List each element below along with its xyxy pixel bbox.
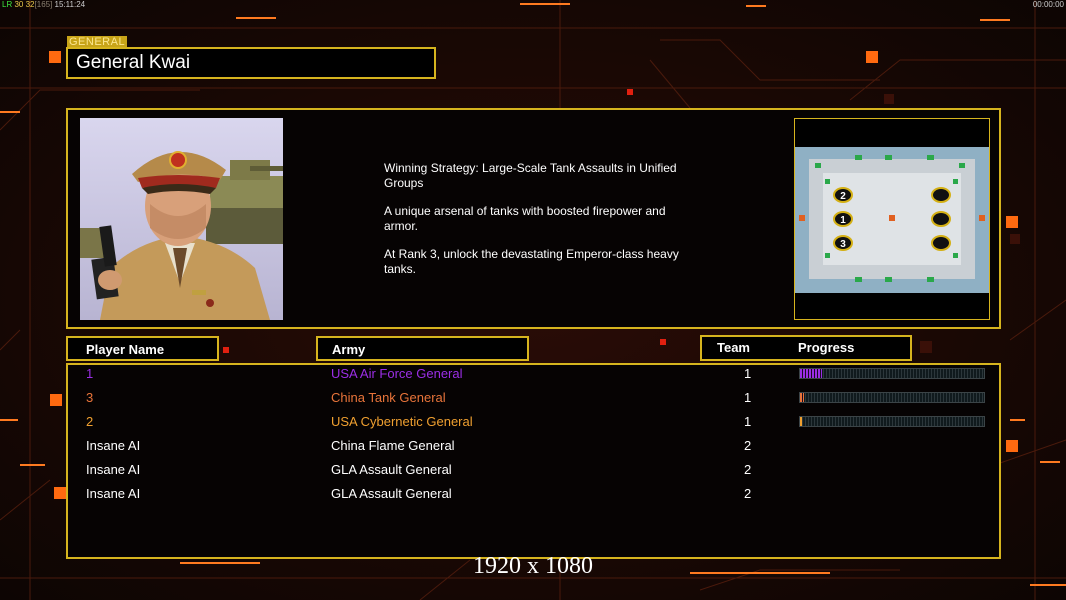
- column-header-team-progress: Team Progress: [700, 335, 912, 361]
- general-name: General Kwai: [76, 52, 191, 73]
- player-team: 2: [744, 486, 752, 501]
- description-strategy: Winning Strategy: Large-Scale Tank Assau…: [384, 161, 677, 190]
- table-row[interactable]: [66, 437, 1001, 459]
- player-team: 2: [744, 438, 752, 453]
- player-name: 1: [86, 366, 94, 381]
- progress-fill: [800, 369, 822, 378]
- progress-bar: [799, 368, 985, 379]
- player-name: 2: [86, 414, 94, 429]
- map-preview: 2 1 3: [794, 118, 990, 320]
- player-name: 3: [86, 390, 94, 405]
- player-army: USA Cybernetic General: [331, 414, 473, 429]
- army-header-label: Army: [332, 342, 366, 357]
- progress-bar: [799, 392, 985, 403]
- player-team: 2: [744, 462, 752, 477]
- player-name-header-label: Player Name: [86, 342, 165, 357]
- table-row[interactable]: [66, 485, 1001, 507]
- progress-fill: [800, 393, 804, 402]
- progress-header-label: Progress: [798, 340, 855, 355]
- player-name: Insane AI: [86, 438, 141, 453]
- resolution-text: 1920 x 1080: [473, 553, 593, 579]
- start-label-1: 1: [840, 215, 846, 226]
- start-label-3: 3: [840, 239, 846, 250]
- general-description: Winning Strategy: Large-Scale Tank Assau…: [384, 161, 714, 290]
- player-name: Insane AI: [86, 486, 141, 501]
- player-army: GLA Assault General: [331, 486, 452, 501]
- game-timer: 00:00:00: [1032, 0, 1064, 9]
- status-indicator: LR: [2, 0, 13, 9]
- debug-hud: LR 30 32[165] 15:11:24: [2, 0, 85, 9]
- column-header-player-name: Player Name: [66, 336, 219, 361]
- player-army: USA Air Force General: [331, 366, 463, 381]
- progress-bar: [799, 416, 985, 427]
- fps-current: 30: [14, 0, 24, 9]
- general-title-box: General Kwai: [66, 47, 436, 79]
- fps-average: 32: [25, 0, 35, 9]
- description-arsenal: A unique arsenal of tanks with boosted f…: [384, 204, 666, 233]
- start-label-2: 2: [840, 191, 846, 202]
- player-army: China Tank General: [331, 390, 446, 405]
- description-rank-unlock: At Rank 3, unlock the devastating Empero…: [384, 247, 679, 276]
- table-row[interactable]: [66, 461, 1001, 483]
- progress-fill: [800, 417, 802, 426]
- player-team: 1: [744, 414, 752, 429]
- clock: 15:11:24: [54, 0, 86, 9]
- frame-count: [165]: [34, 0, 53, 9]
- player-army: GLA Assault General: [331, 462, 452, 477]
- player-army: China Flame General: [331, 438, 455, 453]
- column-header-army: Army: [316, 336, 529, 361]
- player-team: 1: [744, 390, 752, 405]
- general-portrait: [80, 118, 283, 320]
- player-name: Insane AI: [86, 462, 141, 477]
- player-team: 1: [744, 366, 752, 381]
- team-header-label: Team: [717, 340, 750, 355]
